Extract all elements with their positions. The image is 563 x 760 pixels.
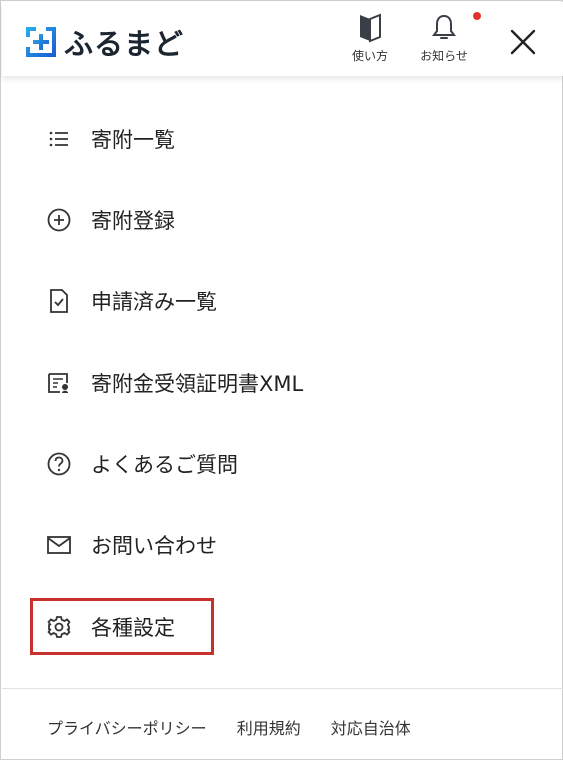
guide-label: 使い方 (351, 49, 388, 63)
certificate-icon (48, 373, 68, 393)
menu-item-label: 寄附登録 (91, 209, 175, 233)
menu-item-label: お問い合わせ (91, 534, 217, 558)
menu-item-label: 寄附一覧 (91, 128, 175, 152)
menu-item-contact[interactable]: お問い合わせ (45, 525, 217, 565)
terms-link[interactable]: 利用規約 (237, 715, 301, 739)
menu-item-label: 寄附金受領証明書XML (91, 372, 304, 396)
document-check-icon (50, 289, 68, 313)
logo-text: ふるまど (64, 27, 185, 61)
mail-icon (47, 536, 71, 554)
footer-divider (2, 688, 563, 689)
plus-circle-icon (47, 208, 71, 232)
notification-button[interactable]: お知らせ (414, 10, 481, 70)
logo-icon (25, 26, 56, 57)
municipalities-link[interactable]: 対応自治体 (331, 715, 411, 739)
book-icon (360, 13, 381, 43)
footer-links: プライバシーポリシー 利用規約 対応自治体 (47, 715, 441, 739)
list-icon (49, 131, 68, 147)
gear-icon (47, 616, 71, 638)
menu-item-donation-register[interactable]: 寄附登録 (45, 200, 175, 240)
menu-item-submitted-list[interactable]: 申請済み一覧 (45, 281, 217, 321)
guide-button[interactable]: 使い方 (340, 10, 400, 70)
menu-item-donation-list[interactable]: 寄附一覧 (45, 119, 175, 159)
header: ふるまど 使い方 お知らせ (2, 2, 563, 76)
logo[interactable]: ふるまど (24, 21, 184, 63)
notify-label: お知らせ (420, 49, 468, 63)
notification-dot (473, 12, 481, 20)
menu-item-settings[interactable]: 各種設定 (45, 607, 175, 647)
menu-item-label: 各種設定 (91, 616, 175, 640)
app-frame: ふるまど 使い方 お知らせ 寄附一覧 寄附登録 申請済み一覧 寄附金受領証明書X… (0, 0, 563, 760)
close-icon[interactable] (505, 24, 541, 60)
question-circle-icon (47, 452, 71, 476)
menu-item-faq[interactable]: よくあるご質問 (45, 444, 238, 484)
menu-item-label: 申請済み一覧 (91, 290, 217, 314)
menu-item-label: よくあるご質問 (91, 453, 238, 477)
bell-icon (432, 14, 456, 39)
privacy-policy-link[interactable]: プライバシーポリシー (47, 715, 207, 739)
menu-item-certificate-xml[interactable]: 寄附金受領証明書XML (45, 363, 303, 403)
